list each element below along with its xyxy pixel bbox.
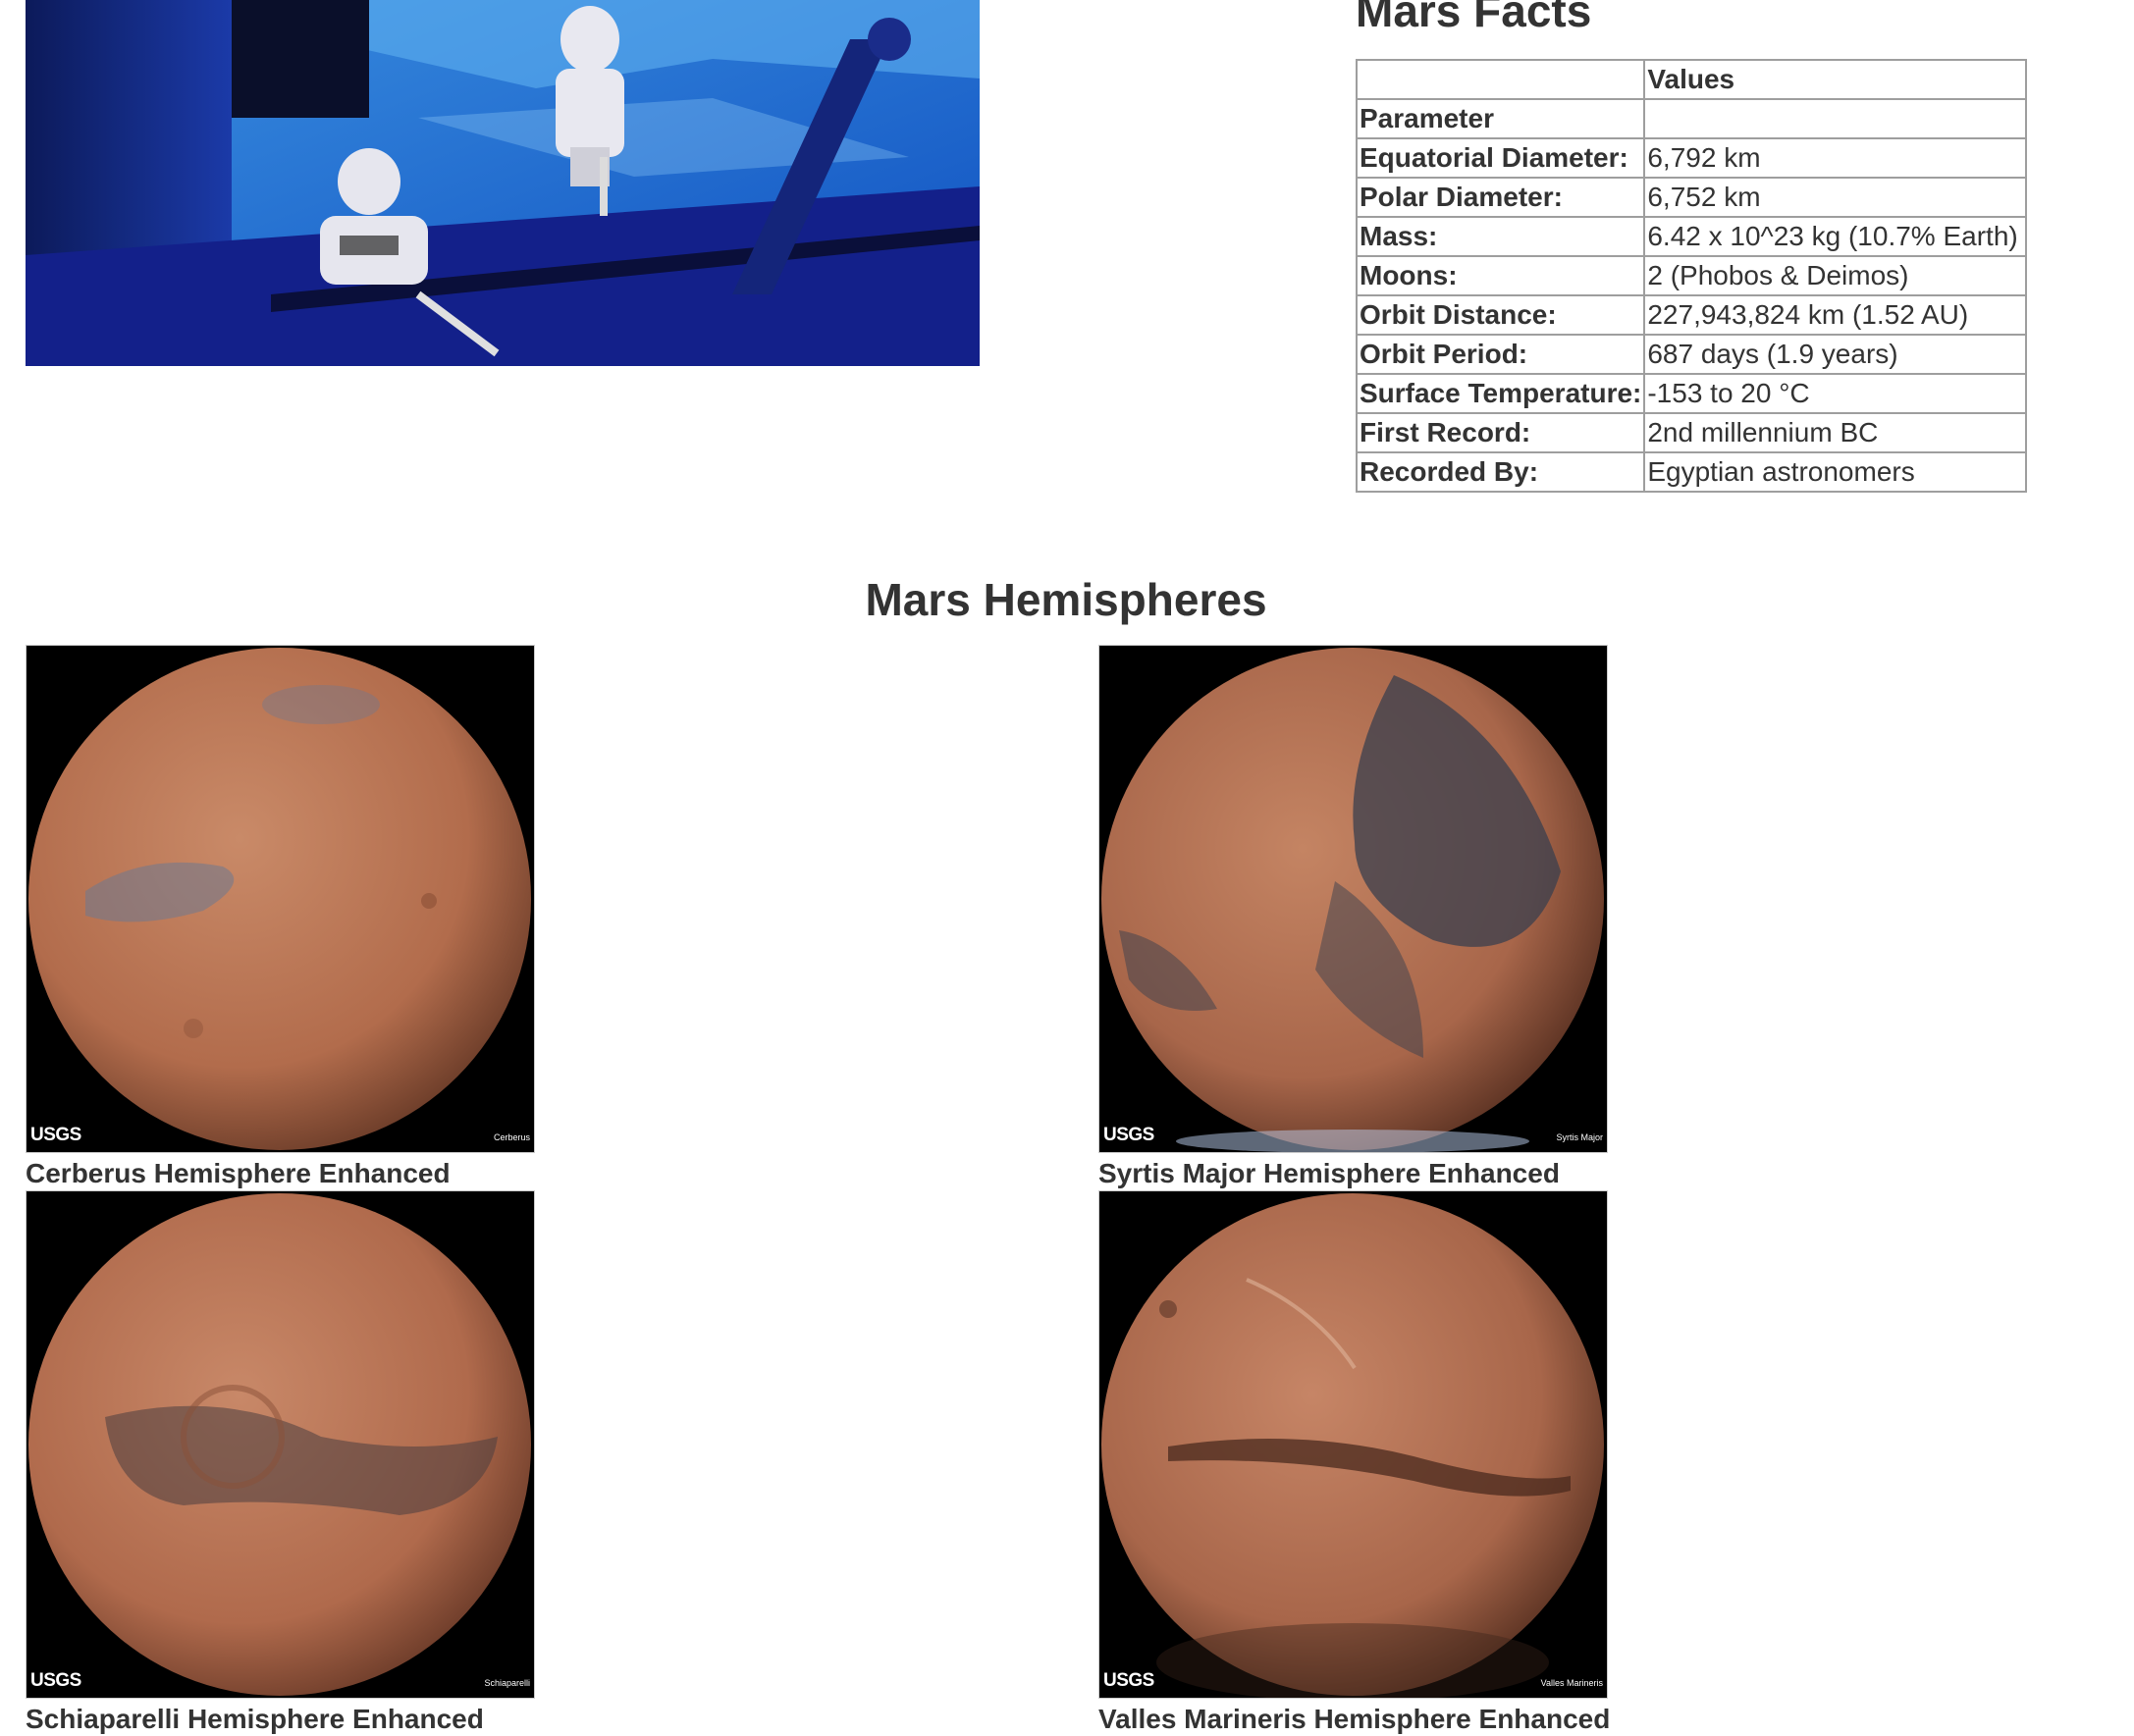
hemisphere-title-link[interactable]: Valles Marineris Hemisphere Enhanced: [1098, 1703, 1610, 1736]
usgs-logo: USGS: [30, 1125, 81, 1145]
fact-value: 6,792 km: [1643, 137, 2028, 179]
facts-header-empty: [1643, 98, 2028, 139]
fact-value: Egyptian astronomers: [1643, 451, 2028, 493]
hemispheres-title-text: Mars Hemispheres: [865, 574, 1267, 625]
fact-label: Mass:: [1355, 216, 1646, 257]
fact-label: Surface Temperature:: [1355, 373, 1646, 414]
fact-value: -153 to 20 °C: [1643, 373, 2028, 414]
table-row: Orbit Period: 687 days (1.9 years): [1355, 334, 2028, 375]
hemisphere-card-syrtis-major[interactable]: USGS Syrtis Major Syrtis Major Hemispher…: [1098, 645, 1609, 1190]
hemisphere-image[interactable]: USGS Valles Marineris: [1098, 1190, 1608, 1699]
hemisphere-title-link[interactable]: Syrtis Major Hemisphere Enhanced: [1098, 1157, 1609, 1190]
hemisphere-image[interactable]: USGS Schiaparelli: [26, 1190, 535, 1699]
hemisphere-card-valles-marineris[interactable]: USGS Valles Marineris Valles Marineris H…: [1098, 1190, 1610, 1736]
hemisphere-image[interactable]: USGS Syrtis Major: [1098, 645, 1608, 1153]
table-row: Orbit Distance: 227,943,824 km (1.52 AU): [1355, 294, 2028, 336]
image-tag: Cerberus: [493, 1132, 530, 1142]
facts-header-blank: [1355, 59, 1646, 100]
image-tag: Schiaparelli: [484, 1678, 530, 1688]
facts-header-parameter: Parameter: [1355, 98, 1646, 139]
hemisphere-image[interactable]: USGS Cerberus: [26, 645, 535, 1153]
hemisphere-card-cerberus[interactable]: USGS Cerberus Cerberus Hemisphere Enhanc…: [26, 645, 536, 1190]
table-row: Polar Diameter: 6,752 km: [1355, 177, 2028, 218]
usgs-logo: USGS: [30, 1670, 81, 1691]
fact-value: 687 days (1.9 years): [1643, 334, 2028, 375]
fact-label: Recorded By:: [1355, 451, 1646, 493]
featured-image: [26, 0, 980, 366]
hemisphere-title-link[interactable]: Schiaparelli Hemisphere Enhanced: [26, 1703, 536, 1736]
hemispheres-title: Mars Hemispheres: [0, 573, 2134, 626]
table-row: First Record: 2nd millennium BC: [1355, 412, 2028, 453]
fact-label: Polar Diameter:: [1355, 177, 1646, 218]
usgs-logo: USGS: [1103, 1670, 1154, 1691]
table-row: Mass: 6.42 x 10^23 kg (10.7% Earth): [1355, 216, 2028, 257]
table-row: Equatorial Diameter: 6,792 km: [1355, 137, 2028, 179]
hemisphere-card-schiaparelli[interactable]: USGS Schiaparelli Schiaparelli Hemispher…: [26, 1190, 536, 1736]
fact-value: 2 (Phobos & Deimos): [1643, 255, 2028, 296]
fact-label: First Record:: [1355, 412, 1646, 453]
facts-header-values: Values: [1643, 59, 2028, 100]
image-tag: Valles Marineris: [1540, 1678, 1603, 1688]
image-tag: Syrtis Major: [1556, 1132, 1603, 1142]
table-row: Moons: 2 (Phobos & Deimos): [1355, 255, 2028, 296]
facts-header-row: Values: [1355, 59, 2028, 100]
facts-header-row: Parameter: [1355, 98, 2028, 139]
hemisphere-title-link[interactable]: Cerberus Hemisphere Enhanced: [26, 1157, 536, 1190]
facts-title: Mars Facts: [1356, 0, 1592, 36]
usgs-logo: USGS: [1103, 1125, 1154, 1145]
table-row: Surface Temperature: -153 to 20 °C: [1355, 373, 2028, 414]
fact-label: Orbit Period:: [1355, 334, 1646, 375]
table-row: Recorded By: Egyptian astronomers: [1355, 451, 2028, 493]
facts-table: Values Parameter Equatorial Diameter: 6,…: [1355, 59, 2028, 493]
fact-value: 6,752 km: [1643, 177, 2028, 218]
fact-value: 2nd millennium BC: [1643, 412, 2028, 453]
fact-value: 227,943,824 km (1.52 AU): [1643, 294, 2028, 336]
fact-label: Equatorial Diameter:: [1355, 137, 1646, 179]
fact-label: Moons:: [1355, 255, 1646, 296]
fact-value: 6.42 x 10^23 kg (10.7% Earth): [1643, 216, 2028, 257]
fact-label: Orbit Distance:: [1355, 294, 1646, 336]
